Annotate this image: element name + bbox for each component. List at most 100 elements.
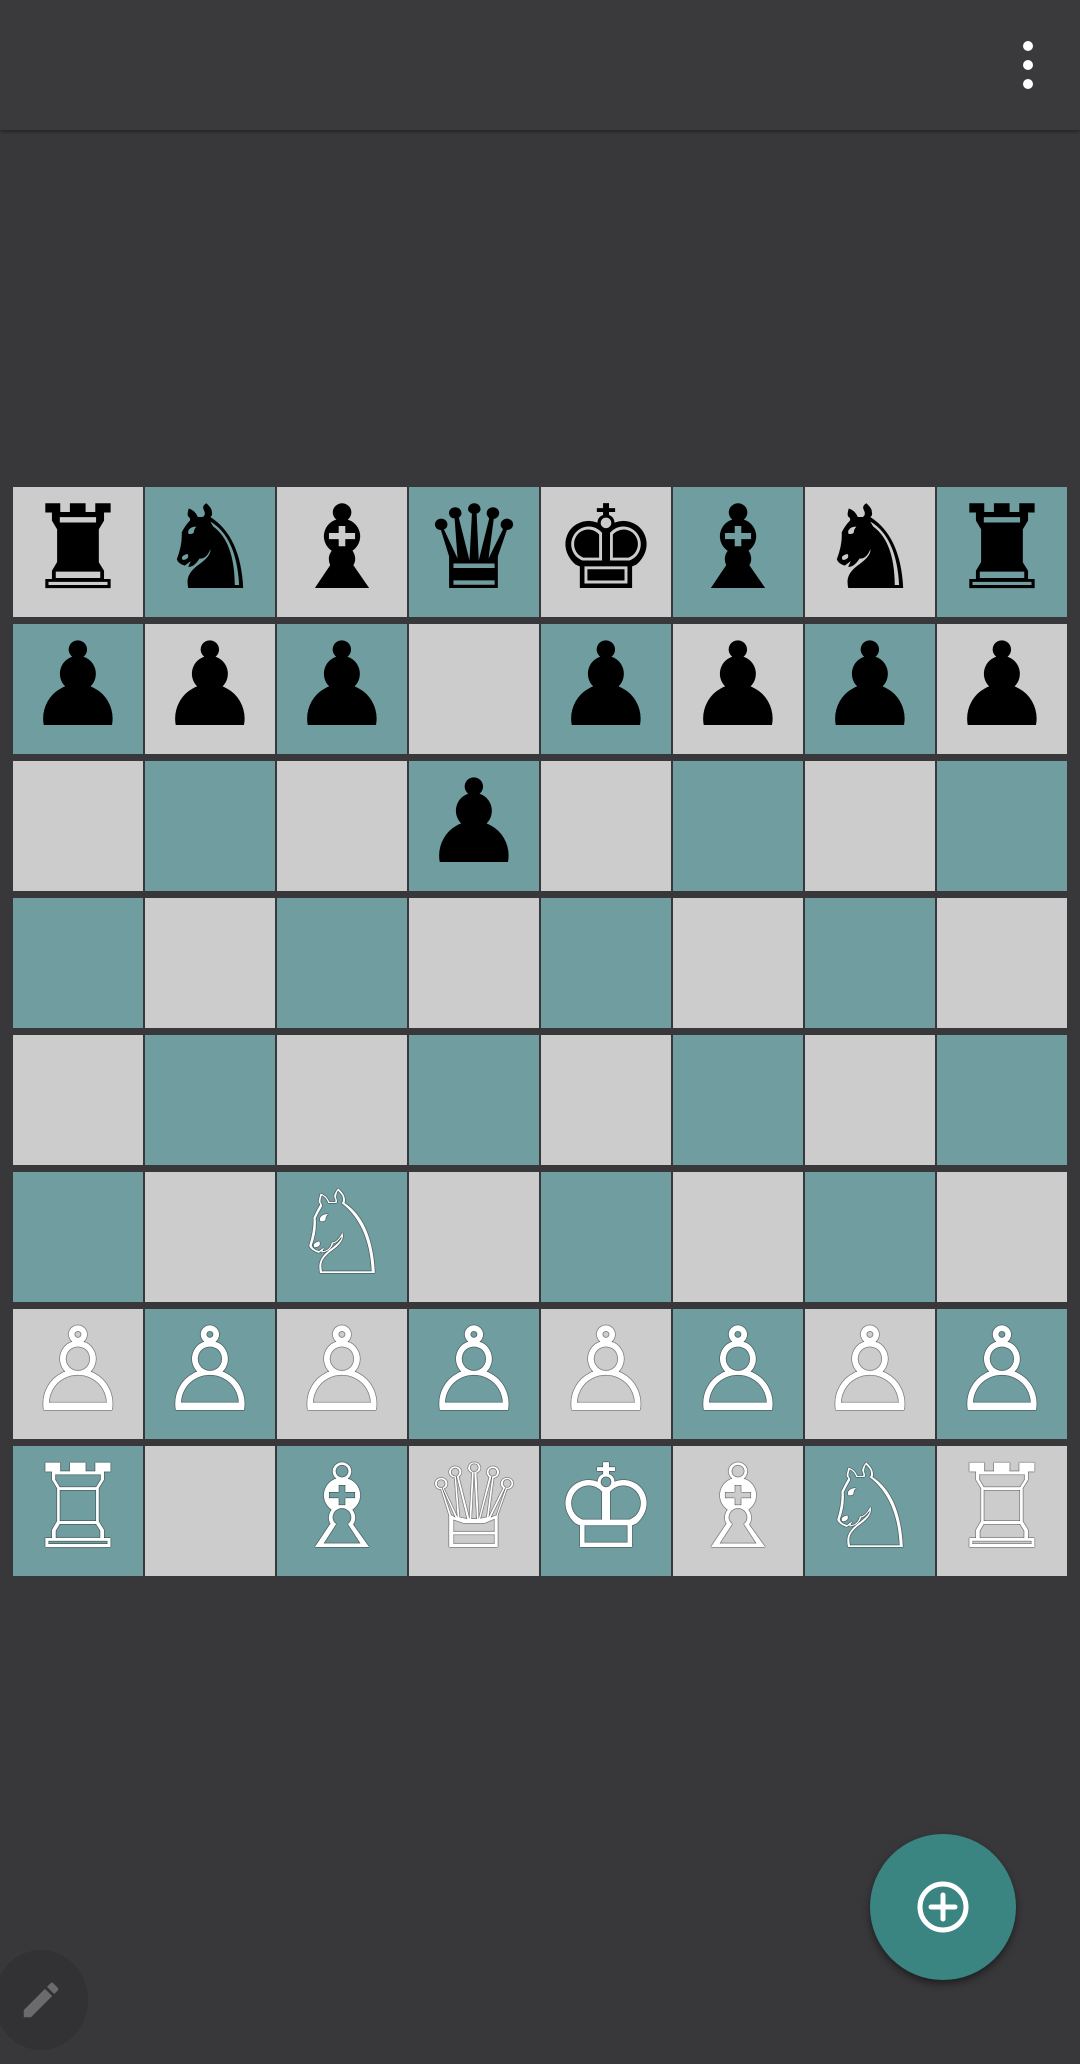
new-game-button[interactable] (870, 1834, 1016, 1980)
square-a1[interactable]: ♖ (13, 1446, 143, 1576)
white-piece[interactable]: ♙ (26, 1313, 130, 1429)
white-piece[interactable]: ♙ (158, 1313, 262, 1429)
black-piece[interactable]: ♟ (26, 628, 130, 744)
square-d3[interactable] (409, 1172, 539, 1302)
square-c8[interactable]: ♝ (277, 487, 407, 617)
black-piece[interactable]: ♟ (158, 628, 262, 744)
square-e3[interactable] (541, 1172, 671, 1302)
black-piece[interactable]: ♛ (422, 491, 526, 607)
square-c6[interactable] (277, 761, 407, 891)
square-c5[interactable] (277, 898, 407, 1028)
square-b1[interactable] (145, 1446, 275, 1576)
square-a2[interactable]: ♙ (13, 1309, 143, 1439)
square-b2[interactable]: ♙ (145, 1309, 275, 1439)
square-a5[interactable] (13, 898, 143, 1028)
white-piece[interactable]: ♙ (686, 1313, 790, 1429)
square-f2[interactable]: ♙ (673, 1309, 803, 1439)
black-piece[interactable]: ♟ (818, 628, 922, 744)
square-b5[interactable] (145, 898, 275, 1028)
white-piece[interactable]: ♕ (422, 1450, 526, 1566)
square-h3[interactable] (937, 1172, 1067, 1302)
square-a3[interactable] (13, 1172, 143, 1302)
square-f8[interactable]: ♝ (673, 487, 803, 617)
square-h6[interactable] (937, 761, 1067, 891)
square-h2[interactable]: ♙ (937, 1309, 1067, 1439)
square-b7[interactable]: ♟ (145, 624, 275, 754)
white-piece[interactable]: ♖ (950, 1450, 1054, 1566)
square-b3[interactable] (145, 1172, 275, 1302)
square-b6[interactable] (145, 761, 275, 891)
black-piece[interactable]: ♜ (950, 491, 1054, 607)
square-h8[interactable]: ♜ (937, 487, 1067, 617)
square-c1[interactable]: ♗ (277, 1446, 407, 1576)
black-piece[interactable]: ♟ (290, 628, 394, 744)
square-h5[interactable] (937, 898, 1067, 1028)
white-piece[interactable]: ♙ (818, 1313, 922, 1429)
black-piece[interactable]: ♝ (290, 491, 394, 607)
square-g8[interactable]: ♞ (805, 487, 935, 617)
square-g3[interactable] (805, 1172, 935, 1302)
square-g5[interactable] (805, 898, 935, 1028)
square-h4[interactable] (937, 1035, 1067, 1165)
square-d6[interactable]: ♟ (409, 761, 539, 891)
square-b8[interactable]: ♞ (145, 487, 275, 617)
white-piece[interactable]: ♗ (686, 1450, 790, 1566)
white-piece[interactable]: ♙ (950, 1313, 1054, 1429)
white-piece[interactable]: ♙ (422, 1313, 526, 1429)
square-a4[interactable] (13, 1035, 143, 1165)
square-b4[interactable] (145, 1035, 275, 1165)
square-f6[interactable] (673, 761, 803, 891)
black-piece[interactable]: ♟ (422, 765, 526, 881)
edit-button[interactable] (0, 1950, 88, 2050)
black-piece[interactable]: ♟ (554, 628, 658, 744)
black-piece[interactable]: ♟ (950, 628, 1054, 744)
square-d4[interactable] (409, 1035, 539, 1165)
black-piece[interactable]: ♞ (158, 491, 262, 607)
black-piece[interactable]: ♟ (686, 628, 790, 744)
black-piece[interactable]: ♚ (554, 491, 658, 607)
black-piece[interactable]: ♜ (26, 491, 130, 607)
black-piece[interactable]: ♝ (686, 491, 790, 607)
square-h1[interactable]: ♖ (937, 1446, 1067, 1576)
square-e5[interactable] (541, 898, 671, 1028)
square-h7[interactable]: ♟ (937, 624, 1067, 754)
white-piece[interactable]: ♘ (290, 1176, 394, 1292)
white-piece[interactable]: ♗ (290, 1450, 394, 1566)
square-c7[interactable]: ♟ (277, 624, 407, 754)
square-e8[interactable]: ♚ (541, 487, 671, 617)
square-f4[interactable] (673, 1035, 803, 1165)
white-piece[interactable]: ♔ (554, 1450, 658, 1566)
square-a6[interactable] (13, 761, 143, 891)
square-e1[interactable]: ♔ (541, 1446, 671, 1576)
square-g4[interactable] (805, 1035, 935, 1165)
square-d2[interactable]: ♙ (409, 1309, 539, 1439)
black-piece[interactable]: ♞ (818, 491, 922, 607)
white-piece[interactable]: ♘ (818, 1450, 922, 1566)
square-c2[interactable]: ♙ (277, 1309, 407, 1439)
square-d8[interactable]: ♛ (409, 487, 539, 617)
square-d5[interactable] (409, 898, 539, 1028)
square-c3[interactable]: ♘ (277, 1172, 407, 1302)
square-e2[interactable]: ♙ (541, 1309, 671, 1439)
square-f3[interactable] (673, 1172, 803, 1302)
square-c4[interactable] (277, 1035, 407, 1165)
square-g7[interactable]: ♟ (805, 624, 935, 754)
square-e4[interactable] (541, 1035, 671, 1165)
square-g1[interactable]: ♘ (805, 1446, 935, 1576)
square-a8[interactable]: ♜ (13, 487, 143, 617)
white-piece[interactable]: ♙ (290, 1313, 394, 1429)
square-g6[interactable] (805, 761, 935, 891)
square-d7[interactable] (409, 624, 539, 754)
white-piece[interactable]: ♖ (26, 1450, 130, 1566)
square-f5[interactable] (673, 898, 803, 1028)
white-piece[interactable]: ♙ (554, 1313, 658, 1429)
square-e7[interactable]: ♟ (541, 624, 671, 754)
square-f1[interactable]: ♗ (673, 1446, 803, 1576)
square-e6[interactable] (541, 761, 671, 891)
square-f7[interactable]: ♟ (673, 624, 803, 754)
square-a7[interactable]: ♟ (13, 624, 143, 754)
square-d1[interactable]: ♕ (409, 1446, 539, 1576)
chess-board: ♜ ♞ ♝ ♛ ♚ ♝ ♞ ♜ ♟ ♟ ♟ ♟ ♟ ♟ ♟ ♟ ♘ ♙ ♙ ♙ ♙ ♙ ♙ ♙ ♙ ♖ ♗ ♕ ♔ ♗ ♘ ♖ (13, 487, 1067, 1576)
square-g2[interactable]: ♙ (805, 1309, 935, 1439)
more-options-icon[interactable] (996, 25, 1060, 105)
